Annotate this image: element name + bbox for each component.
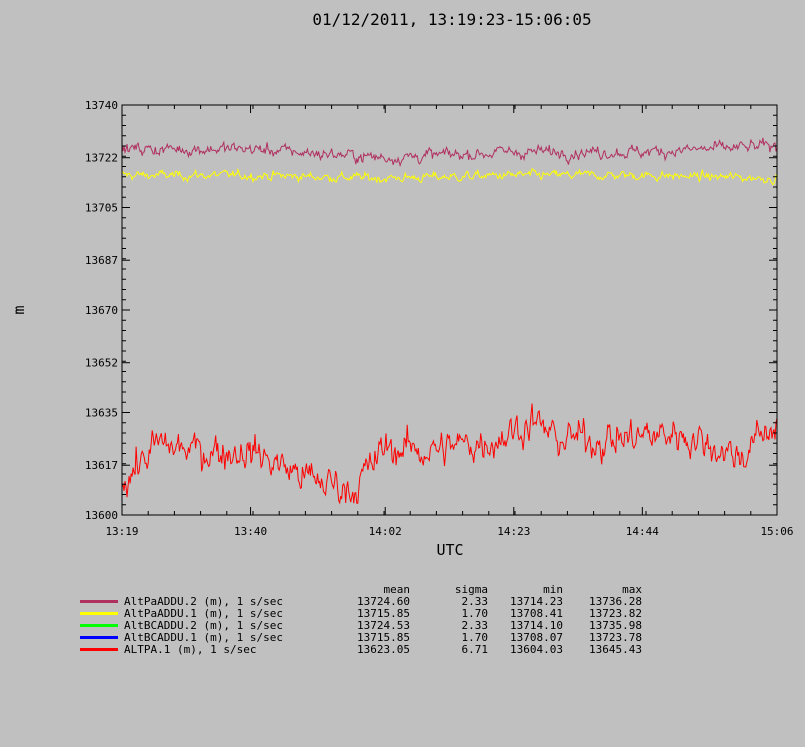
- legend-max: 13645.43: [589, 643, 642, 656]
- x-axis-label: UTC: [436, 541, 463, 559]
- legend-row: AltPaADDU.1 (m), 1 s/sec 13715.85 1.70 1…: [78, 607, 642, 620]
- legend-swatch: [80, 636, 118, 639]
- y-tick-label: 13617: [85, 459, 118, 472]
- plot-area: [122, 105, 777, 515]
- y-tick-label: 13600: [85, 509, 118, 522]
- legend-min: 13604.03: [510, 643, 563, 656]
- y-tick-label: 13705: [85, 202, 118, 215]
- legend-label: ALTPA.1 (m), 1 s/sec: [124, 643, 257, 656]
- legend-row: AltPaADDU.2 (m), 1 s/sec 13724.60 2.33 1…: [78, 595, 642, 608]
- x-tick-label: 13:19: [105, 525, 138, 538]
- legend-row: AltBCADDU.1 (m), 1 s/sec 13715.85 1.70 1…: [78, 631, 642, 644]
- legend-mean: 13623.05: [357, 643, 410, 656]
- legend-row: ALTPA.1 (m), 1 s/sec 13623.05 6.71 13604…: [78, 643, 642, 656]
- x-tick-label: 14:02: [369, 525, 402, 538]
- legend-swatch: [80, 648, 118, 651]
- y-tick-label: 13740: [85, 99, 118, 112]
- x-tick-label: 13:40: [234, 525, 267, 538]
- x-tick-label: 15:06: [760, 525, 793, 538]
- legend-swatch: [80, 600, 118, 603]
- x-tick-label: 14:44: [626, 525, 659, 538]
- x-tick-label: 14:23: [497, 525, 530, 538]
- y-tick-label: 13670: [85, 304, 118, 317]
- chart: 01/12/2011, 13:19:23-15:06:05 13:19 13:40…: [10, 10, 794, 559]
- y-tick-label: 13652: [85, 357, 118, 370]
- y-tick-label: 13635: [85, 407, 118, 420]
- y-tick-label: 13722: [85, 152, 118, 165]
- legend-row: AltBCADDU.2 (m), 1 s/sec 13724.53 2.33 1…: [78, 619, 642, 632]
- y-axis-label: m: [10, 305, 28, 314]
- legend-swatch: [80, 624, 118, 627]
- legend: mean sigma min max AltPaADDU.2 (m), 1 s/…: [78, 583, 643, 656]
- legend-swatch: [80, 612, 118, 615]
- legend-sigma: 6.71: [461, 643, 489, 656]
- chart-title: 01/12/2011, 13:19:23-15:06:05: [312, 10, 591, 29]
- legend-header: mean sigma min max: [78, 583, 643, 596]
- y-tick-label: 13687: [85, 254, 118, 267]
